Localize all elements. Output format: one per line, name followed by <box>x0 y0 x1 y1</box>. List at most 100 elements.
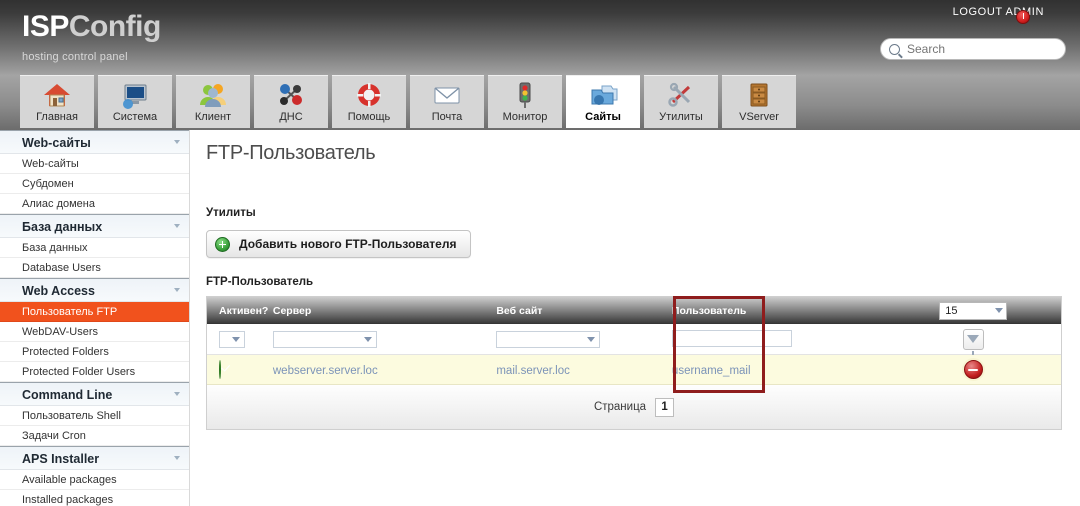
column-header-active[interactable]: Активен? <box>207 305 273 317</box>
cell-user: username_mail <box>672 361 886 379</box>
chevron-down-icon <box>232 336 240 342</box>
sidebar-group-header[interactable]: Web-сайты <box>0 130 189 154</box>
sidebar-group-header[interactable]: APS Installer <box>0 446 189 470</box>
sidebar-group-header[interactable]: Command Line <box>0 382 189 406</box>
molecule-icon <box>280 84 302 105</box>
trafficlight-icon <box>519 82 531 108</box>
filter-row <box>207 324 1061 355</box>
sidebar-item[interactable]: Пользователь Shell <box>0 406 189 426</box>
table-row[interactable]: webserver.server.loc mail.server.loc usern… <box>207 355 1061 385</box>
sidebar-group-header[interactable]: Web Access <box>0 278 189 302</box>
column-header-user[interactable]: Пользователь <box>672 305 886 317</box>
tab-molecule[interactable]: ДНС <box>254 75 328 128</box>
tab-lifering[interactable]: Помощь <box>332 75 406 128</box>
lifering-icon <box>357 83 381 107</box>
sidebar-group-label: APS Installer <box>22 452 100 466</box>
logout-button[interactable]: LOGOUT ADMIN <box>952 6 1044 24</box>
tab-label: Система <box>112 111 158 123</box>
brand-isp: ISP <box>22 10 69 43</box>
tab-tools[interactable]: Утилиты <box>644 75 718 128</box>
tab-label: Клиент <box>194 111 232 123</box>
tab-label: Почта <box>431 111 463 123</box>
search-box[interactable] <box>880 38 1066 60</box>
brand-config: Config <box>68 10 161 43</box>
cell-server: webserver.server.loc <box>273 361 496 379</box>
chevron-down-icon <box>995 308 1004 313</box>
main-nav-tabs: Главная Система Клиент ДНС Помощь Почта Монито… <box>20 75 796 128</box>
brand-subtitle: hosting control panel <box>22 51 128 63</box>
column-header-website[interactable]: Веб сайт <box>496 305 672 317</box>
chevron-down-icon <box>174 224 180 228</box>
cell-user-link[interactable]: username_mail <box>672 365 751 377</box>
chevron-down-icon <box>174 288 180 292</box>
pagination-page-number[interactable]: 1 <box>655 397 675 417</box>
chevron-down-icon <box>363 336 372 342</box>
page-size-select[interactable]: 15 <box>939 301 1008 320</box>
tab-home[interactable]: Главная <box>20 75 94 128</box>
tab-users[interactable]: Клиент <box>176 75 250 128</box>
cell-website: mail.server.loc <box>496 361 672 379</box>
cabinet-icon <box>750 83 768 107</box>
tab-envelope[interactable]: Почта <box>410 75 484 128</box>
filter-user-input[interactable] <box>671 330 792 347</box>
delete-icon[interactable] <box>963 360 983 379</box>
tab-label: Сайты <box>585 111 621 123</box>
chevron-down-icon <box>174 392 180 396</box>
filter-action-cell <box>885 328 1061 355</box>
green-check-icon[interactable] <box>219 359 221 379</box>
tools-icon <box>668 82 691 107</box>
logout-label: LOGOUT ADMIN <box>952 6 1044 18</box>
sidebar-item[interactable]: Installed packages <box>0 490 189 506</box>
plus-circle-icon <box>215 236 230 252</box>
filter-server-select[interactable] <box>272 330 377 348</box>
sidebar-group-label: Command Line <box>22 388 113 402</box>
power-icon[interactable] <box>1016 10 1030 24</box>
users-icon <box>200 84 226 107</box>
sidebar-item[interactable]: Database Users <box>0 258 189 278</box>
tab-label: Утилиты <box>659 111 703 123</box>
tab-folders[interactable]: Сайты <box>566 75 640 128</box>
pagination-label: Страница <box>593 401 647 413</box>
search-input[interactable] <box>907 42 1057 56</box>
sidebar: Web-сайты Web-сайты Субдомен Алиас домена Ба… <box>0 130 190 506</box>
ispconfig-panel: ISPConfig hosting control panel LOGOUT A… <box>0 0 1080 506</box>
app-header: ISPConfig hosting control panel LOGOUT A… <box>0 0 1080 75</box>
add-ftp-user-label: Добавить нового FTP-Пользователя <box>239 237 457 251</box>
sidebar-item[interactable]: Available packages <box>0 470 189 490</box>
sidebar-item[interactable]: Задачи Cron <box>0 426 189 446</box>
sidebar-group-label: Web-сайты <box>22 136 91 150</box>
sidebar-item[interactable]: Protected Folders <box>0 342 189 362</box>
content-area: Web-сайты Web-сайты Субдомен Алиас домена Ба… <box>0 130 1080 506</box>
filter-active-select[interactable] <box>219 330 245 348</box>
app-title: ISPConfig <box>22 10 161 44</box>
column-header-server[interactable]: Сервер <box>273 305 496 317</box>
sidebar-item[interactable]: Protected Folder Users <box>0 362 189 382</box>
cell-website-link[interactable]: mail.server.loc <box>496 365 570 377</box>
brand: ISPConfig hosting control panel <box>22 10 161 63</box>
chevron-down-icon <box>174 140 180 144</box>
sidebar-group-label: Web Access <box>22 284 95 298</box>
sidebar-item[interactable]: Пользователь FTP <box>0 302 189 322</box>
filter-server-cell <box>272 330 496 348</box>
apply-filter-button[interactable] <box>962 328 984 355</box>
sidebar-item[interactable]: Субдомен <box>0 174 189 194</box>
table-caption: FTP-Пользователь <box>206 276 314 288</box>
tab-trafficlight[interactable]: Монитор <box>488 75 562 128</box>
tab-label: Главная <box>36 111 78 123</box>
sidebar-item[interactable]: Алиас домена <box>0 194 189 214</box>
tab-label: ДНС <box>279 111 303 123</box>
filter-website-select[interactable] <box>496 330 601 348</box>
cell-server-link[interactable]: webserver.server.loc <box>273 365 378 377</box>
sidebar-item[interactable]: База данных <box>0 238 189 258</box>
folders-icon <box>591 85 618 105</box>
page-title: FTP-Пользователь <box>206 142 376 164</box>
tab-cabinet[interactable]: VServer <box>722 75 796 128</box>
tab-monitor[interactable]: Система <box>98 75 172 128</box>
main-panel: FTP-Пользователь Утилиты Добавить нового… <box>190 130 1080 506</box>
sidebar-item[interactable]: Web-сайты <box>0 154 189 174</box>
sidebar-group-label: База данных <box>22 220 103 234</box>
tab-label: Помощь <box>347 111 391 123</box>
sidebar-item[interactable]: WebDAV-Users <box>0 322 189 342</box>
add-ftp-user-button[interactable]: Добавить нового FTP-Пользователя <box>206 230 472 258</box>
sidebar-group-header[interactable]: База данных <box>0 214 189 238</box>
